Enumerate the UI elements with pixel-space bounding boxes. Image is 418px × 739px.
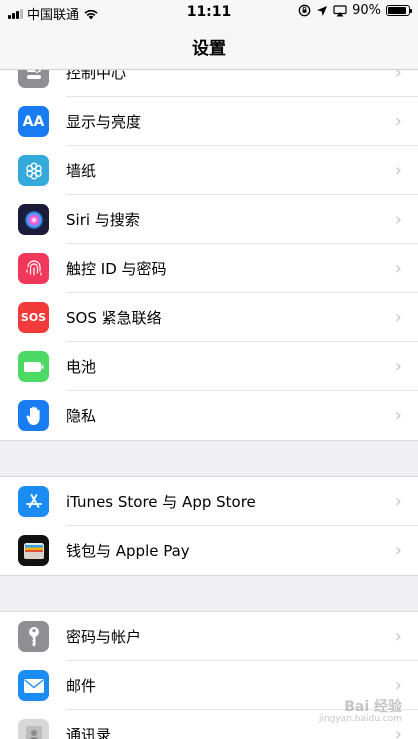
settings-row-label: 隐私 bbox=[66, 407, 97, 425]
chevron-right-icon: › bbox=[394, 675, 402, 696]
chevron-right-icon: › bbox=[394, 491, 402, 512]
wallet-icon bbox=[18, 535, 49, 566]
sos-icon: SOS bbox=[18, 302, 49, 333]
control-center-icon bbox=[18, 70, 49, 88]
settings-list[interactable]: 控制中心 › AA 显示与亮度 › 墙纸 › Siri 与搜索 › 触控 ID 与密码 › SOS SO… bbox=[0, 70, 418, 739]
settings-row-label: 控制中心 bbox=[66, 70, 127, 82]
settings-row-label: 密码与帐户 bbox=[66, 628, 142, 646]
watermark-logo: Bai 经验 jingyan.baidu.com bbox=[318, 698, 402, 725]
chevron-right-icon: › bbox=[394, 70, 402, 83]
settings-row-label: 钱包与 Apple Pay bbox=[66, 542, 190, 560]
settings-row[interactable]: 钱包与 Apple Pay › bbox=[0, 526, 418, 575]
watermark-text: Bai 经验 bbox=[344, 698, 402, 715]
settings-list-content: 控制中心 › AA 显示与亮度 › 墙纸 › Siri 与搜索 › 触控 ID 与密码 › SOS SO… bbox=[0, 70, 418, 739]
nav-bar: 设置 bbox=[0, 24, 418, 70]
battery-icon bbox=[18, 351, 49, 382]
settings-row-label: iTunes Store 与 App Store bbox=[66, 493, 256, 511]
display-brightness-icon: AA bbox=[18, 106, 49, 137]
chevron-right-icon: › bbox=[394, 724, 402, 739]
settings-row[interactable]: 控制中心 › bbox=[0, 70, 418, 97]
fingerprint-icon bbox=[18, 253, 49, 284]
settings-row-label: SOS 紧急联络 bbox=[66, 309, 162, 327]
chevron-right-icon: › bbox=[394, 209, 402, 230]
settings-row-label: 通讯录 bbox=[66, 726, 112, 739]
settings-row[interactable]: 触控 ID 与密码 › bbox=[0, 244, 418, 293]
chevron-right-icon: › bbox=[394, 540, 402, 561]
group-spacer bbox=[0, 441, 418, 476]
app-store-icon bbox=[18, 486, 49, 517]
status-bar: 中国联通 11:11 90% bbox=[0, 0, 418, 24]
settings-row-label: Siri 与搜索 bbox=[66, 211, 140, 229]
wallpaper-icon bbox=[18, 155, 49, 186]
mail-icon bbox=[18, 670, 49, 701]
battery-percent: 90% bbox=[352, 3, 381, 18]
airplay-icon bbox=[333, 4, 347, 16]
settings-group: iTunes Store 与 App Store › 钱包与 Apple Pay › bbox=[0, 476, 418, 576]
settings-row-label: 墙纸 bbox=[66, 162, 97, 180]
icon-glyph: SOS bbox=[20, 311, 47, 324]
settings-row-label: 显示与亮度 bbox=[66, 113, 142, 131]
contacts-icon bbox=[18, 719, 49, 739]
chevron-right-icon: › bbox=[394, 626, 402, 647]
watermark-sub: jingyan.baidu.com bbox=[318, 714, 402, 725]
chevron-right-icon: › bbox=[394, 356, 402, 377]
battery-fill bbox=[388, 7, 406, 14]
settings-row-label: 邮件 bbox=[66, 677, 97, 695]
chevron-right-icon: › bbox=[394, 307, 402, 328]
icon-glyph: AA bbox=[22, 113, 45, 130]
orientation-lock-icon bbox=[298, 4, 311, 17]
chevron-right-icon: › bbox=[394, 405, 402, 426]
privacy-hand-icon bbox=[18, 400, 49, 431]
settings-row[interactable]: 墙纸 › bbox=[0, 146, 418, 195]
settings-row[interactable]: 电池 › bbox=[0, 342, 418, 391]
settings-row[interactable]: AA 显示与亮度 › bbox=[0, 97, 418, 146]
chevron-right-icon: › bbox=[394, 160, 402, 181]
group-spacer bbox=[0, 576, 418, 611]
settings-row[interactable]: 隐私 › bbox=[0, 391, 418, 440]
location-icon bbox=[317, 5, 328, 16]
battery-icon bbox=[386, 5, 412, 16]
status-right: 90% bbox=[298, 3, 412, 18]
siri-icon bbox=[18, 204, 49, 235]
chevron-right-icon: › bbox=[394, 111, 402, 132]
page-title: 设置 bbox=[192, 39, 226, 59]
key-icon bbox=[18, 621, 49, 652]
settings-screen: 中国联通 11:11 90% 设置 控制中心 › AA 显示与亮度 › 墙纸 ›… bbox=[0, 0, 418, 739]
settings-row-label: 电池 bbox=[66, 358, 97, 376]
settings-row[interactable]: iTunes Store 与 App Store › bbox=[0, 477, 418, 526]
settings-group: 控制中心 › AA 显示与亮度 › 墙纸 › Siri 与搜索 › 触控 ID 与密码 › SOS SO… bbox=[0, 70, 418, 441]
chevron-right-icon: › bbox=[394, 258, 402, 279]
settings-row[interactable]: Siri 与搜索 › bbox=[0, 195, 418, 244]
settings-row-label: 触控 ID 与密码 bbox=[66, 260, 167, 278]
settings-row[interactable]: SOS SOS 紧急联络 › bbox=[0, 293, 418, 342]
settings-row[interactable]: 密码与帐户 › bbox=[0, 612, 418, 661]
